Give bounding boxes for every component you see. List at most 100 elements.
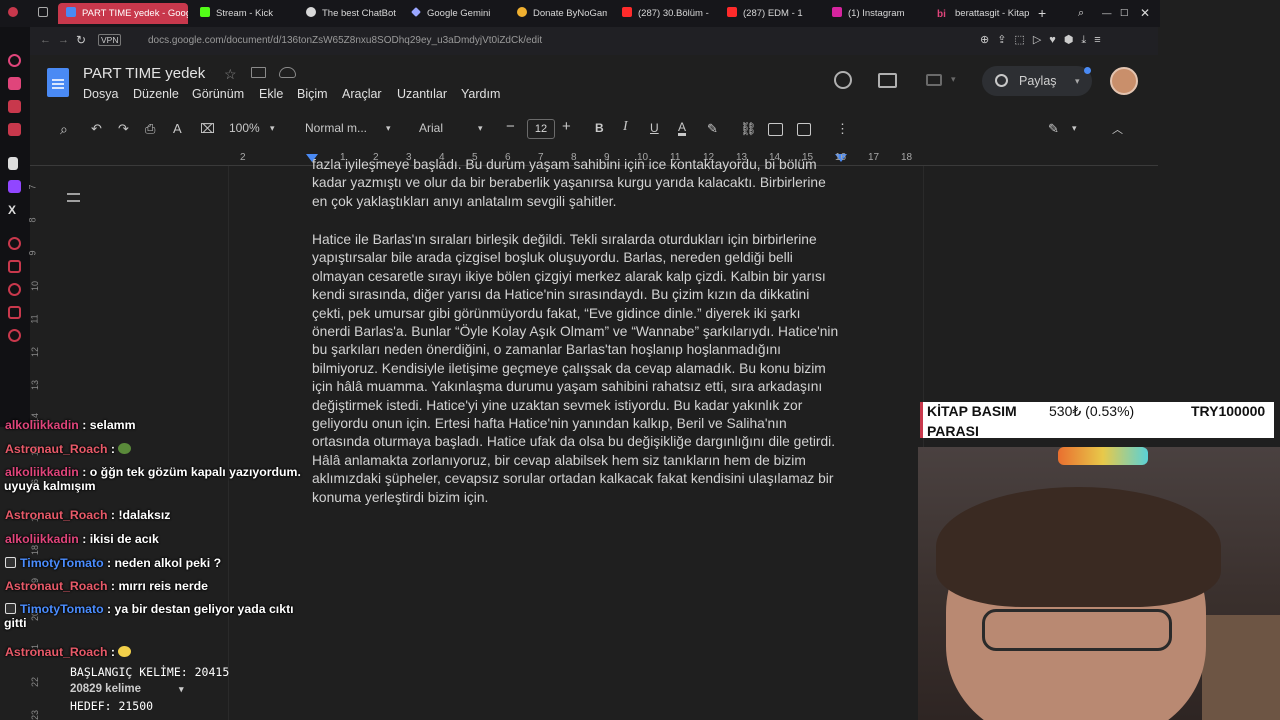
font-dropdown-icon[interactable]: ▾: [478, 123, 483, 134]
chat-username[interactable]: alkoliikkadin: [5, 418, 79, 432]
menu-edit[interactable]: Düzenle: [133, 87, 179, 101]
sidebar-vk-icon[interactable]: [8, 123, 21, 136]
minimize-icon[interactable]: —: [1102, 3, 1112, 24]
chat-separator: :: [78, 418, 90, 432]
style-dropdown-icon[interactable]: ▾: [386, 123, 391, 134]
tab-donate[interactable]: Donate ByNoGam: [517, 3, 607, 24]
chat-username[interactable]: alkoliikkadin: [5, 532, 79, 546]
tab-instagram[interactable]: (1) Instagram: [832, 3, 922, 24]
undo-icon[interactable]: ↶: [91, 121, 102, 137]
search-menus-icon[interactable]: ⌕: [60, 121, 68, 138]
document-outline-icon[interactable]: [67, 193, 80, 202]
highlight-icon[interactable]: ✎: [707, 121, 718, 137]
decrease-font-size-icon[interactable]: −: [506, 118, 515, 135]
style-select[interactable]: Normal m...: [305, 121, 367, 135]
add-comment-icon[interactable]: [768, 123, 783, 136]
menu-view[interactable]: Görünüm: [192, 87, 244, 101]
paint-format-icon[interactable]: ⌧: [200, 121, 215, 137]
redo-icon[interactable]: ↷: [118, 121, 129, 137]
search-tabs-icon[interactable]: ⌕: [1078, 3, 1084, 24]
url-field[interactable]: docs.google.com/document/d/136tonZsW65Z8…: [148, 35, 542, 46]
maximize-icon[interactable]: ☐: [1120, 3, 1129, 24]
insert-image-icon[interactable]: [797, 123, 811, 136]
insert-link-icon[interactable]: ⛓: [740, 121, 757, 137]
sidebar-settings-icon[interactable]: [8, 329, 21, 342]
forward-icon[interactable]: →: [58, 34, 69, 46]
menu-format[interactable]: Biçim: [297, 87, 328, 101]
zoom-dropdown-icon[interactable]: ▾: [270, 123, 275, 134]
bold-icon[interactable]: B: [595, 121, 604, 135]
sidebar-x-icon[interactable]: X: [8, 203, 21, 217]
target-word-count: HEDEF: 21500: [70, 699, 154, 713]
new-tab-button[interactable]: +: [1038, 3, 1046, 24]
document-title[interactable]: PART TIME yedek: [83, 65, 205, 82]
glasses: [982, 609, 1172, 651]
font-select[interactable]: Arial: [419, 121, 443, 135]
chat-username[interactable]: Astronaut_Roach: [5, 508, 108, 522]
menu-insert[interactable]: Ekle: [259, 87, 283, 101]
version-history-icon[interactable]: [834, 71, 852, 89]
print-icon[interactable]: ⎙: [145, 121, 155, 137]
font-size-input[interactable]: 12: [527, 119, 555, 139]
tab-chatgpt[interactable]: The best ChatBot: [306, 3, 396, 24]
tab-docs[interactable]: PART TIME yedek - Goog: [58, 3, 188, 24]
text-color-icon[interactable]: A: [678, 121, 687, 136]
paragraph-2[interactable]: Hatice ile Barlas'ın sıraları birleşik d…: [312, 231, 842, 507]
vpn-badge[interactable]: VPN: [98, 34, 122, 46]
current-word-count[interactable]: 20829 kelime ▾: [70, 681, 229, 698]
address-bar-actions[interactable]: ⊕⇪⬚▷♥⬢⤓≡: [980, 33, 1109, 47]
docs-logo-icon[interactable]: [47, 68, 69, 97]
sidebar-tiktok-icon[interactable]: [8, 157, 18, 170]
sidebar-whatsapp-icon[interactable]: [8, 100, 21, 113]
tab-kick[interactable]: Stream - Kick: [200, 3, 290, 24]
chat-username[interactable]: TimotyTomato: [20, 556, 104, 570]
avatar[interactable]: [1110, 67, 1138, 95]
share-dropdown-icon[interactable]: ▾: [1075, 66, 1080, 96]
chat-username[interactable]: alkoliikkadin: [5, 465, 79, 479]
menu-tools[interactable]: Araçlar: [342, 87, 382, 101]
editing-mode-dropdown-icon[interactable]: ▾: [1072, 123, 1077, 134]
menu-help[interactable]: Yardım: [461, 87, 500, 101]
sidebar-messenger-icon[interactable]: [8, 54, 21, 67]
ruler-number: 2: [240, 152, 246, 163]
tab-youtube-1[interactable]: (287) 30.Bölüm -: [622, 3, 712, 24]
close-icon[interactable]: ✕: [1140, 3, 1150, 24]
more-options-icon[interactable]: ⋮: [836, 121, 849, 137]
increase-font-size-icon[interactable]: +: [562, 118, 571, 135]
chat-username[interactable]: TimotyTomato: [20, 602, 104, 616]
chat-username[interactable]: Astronaut_Roach: [5, 645, 108, 659]
chat-username[interactable]: Astronaut_Roach: [5, 579, 108, 593]
browser-menu-icon[interactable]: [8, 3, 22, 24]
spellcheck-icon[interactable]: A: [173, 121, 182, 136]
menu-extensions[interactable]: Uzantılar: [397, 87, 447, 101]
star-icon[interactable]: ☆: [224, 66, 237, 83]
comments-icon[interactable]: [878, 73, 897, 88]
word-count-dropdown-icon[interactable]: ▾: [179, 684, 184, 694]
sidebar-history-icon[interactable]: [8, 283, 21, 296]
tab-kitap[interactable]: bi berattasgit - Kitap: [937, 3, 1029, 24]
italic-icon[interactable]: I: [623, 119, 628, 135]
tab-youtube-2[interactable]: (287) EDM - 1: [727, 3, 817, 24]
tab-gemini[interactable]: Google Gemini: [411, 3, 501, 24]
zoom-select[interactable]: 100%: [229, 121, 260, 135]
underline-icon[interactable]: U: [650, 121, 659, 135]
menu-file[interactable]: Dosya: [83, 87, 118, 101]
chat-message: Astronaut_Roach :: [5, 645, 132, 659]
hide-menus-icon[interactable]: ︿: [1112, 121, 1123, 137]
workspace-icon[interactable]: [38, 3, 52, 24]
reload-icon[interactable]: ↻: [76, 33, 86, 47]
meet-dropdown-icon[interactable]: ▾: [951, 74, 956, 85]
chat-username[interactable]: Astronaut_Roach: [5, 442, 108, 456]
sidebar-player-icon[interactable]: [8, 237, 21, 250]
cloud-status-icon[interactable]: [279, 67, 296, 78]
meet-icon[interactable]: [926, 74, 942, 86]
sidebar-extensions-icon[interactable]: [8, 306, 21, 319]
sidebar-pin-icon[interactable]: [8, 260, 21, 273]
paragraph-1[interactable]: fazla iyileşmeye başladı. Bu durum yaşam…: [312, 158, 842, 214]
sidebar-twitch-icon[interactable]: [8, 180, 21, 193]
editing-mode-icon[interactable]: ✎: [1048, 121, 1059, 137]
sidebar-instagram-icon[interactable]: [8, 77, 21, 90]
move-folder-icon[interactable]: [251, 67, 266, 78]
back-icon[interactable]: ←: [40, 34, 51, 46]
share-button[interactable]: Paylaş ▾: [982, 66, 1092, 96]
